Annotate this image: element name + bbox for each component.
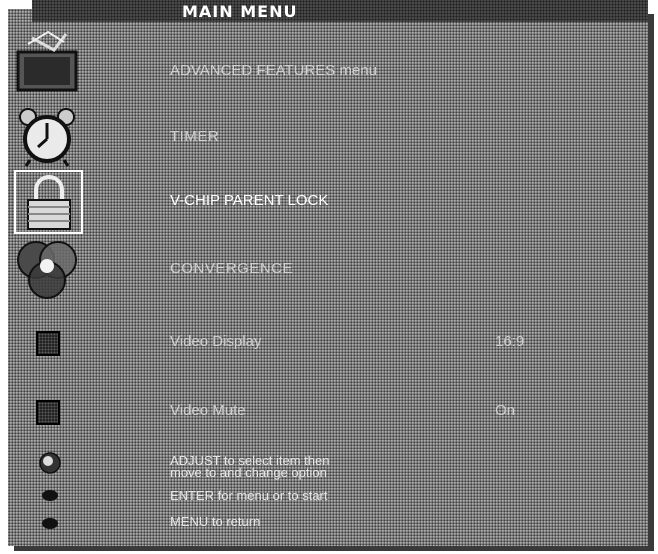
menu-item-convergence[interactable]: CONVERGENCE bbox=[170, 260, 293, 277]
help-menu: MENU to return bbox=[170, 514, 261, 529]
rgb-circles-icon[interactable] bbox=[14, 236, 80, 304]
title-bar: MAIN MENU bbox=[32, 0, 648, 22]
alarm-clock-icon[interactable] bbox=[18, 105, 76, 167]
page-title: MAIN MENU bbox=[182, 2, 298, 21]
menu-item-v-chip-parent-lock[interactable]: V-CHIP PARENT LOCK bbox=[170, 192, 328, 209]
menu-item-video-mute[interactable]: Video Mute bbox=[170, 402, 246, 419]
help-enter: ENTER for menu or to start bbox=[170, 488, 328, 503]
square-icon[interactable] bbox=[36, 331, 60, 356]
help-adjust-line2: move to and change option bbox=[170, 465, 327, 480]
padlock-icon[interactable] bbox=[22, 174, 76, 232]
menu-item-advanced-features[interactable]: ADVANCED FEATURES menu bbox=[170, 62, 377, 79]
menu-item-video-display[interactable]: Video Display bbox=[170, 333, 261, 350]
enter-button-icon[interactable] bbox=[42, 490, 58, 501]
tv-set-icon[interactable] bbox=[14, 28, 80, 94]
video-display-value[interactable]: 16:9 bbox=[495, 333, 524, 350]
menu-item-timer[interactable]: TIMER bbox=[170, 128, 219, 145]
square-icon[interactable] bbox=[36, 400, 60, 425]
joystick-icon[interactable] bbox=[38, 451, 62, 475]
menu-button-icon[interactable] bbox=[42, 518, 58, 529]
video-mute-value[interactable]: On bbox=[495, 402, 515, 419]
